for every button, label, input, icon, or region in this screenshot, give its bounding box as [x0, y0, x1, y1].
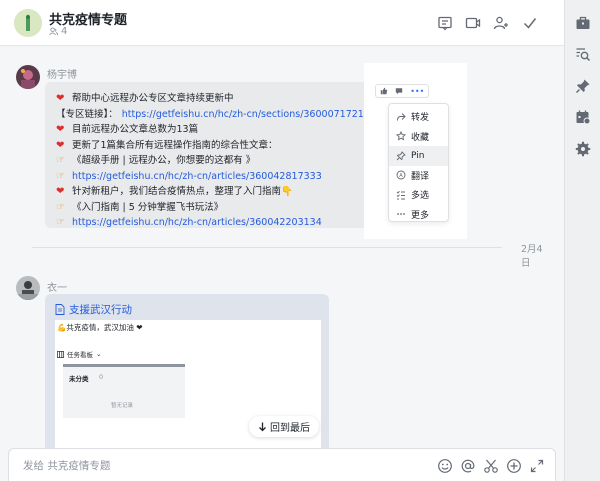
- message-composer: [8, 448, 556, 481]
- pointing-hand-icon: ☞: [56, 155, 65, 166]
- empty-state-text: 暂无记录: [111, 403, 134, 409]
- add-member-icon[interactable]: [492, 14, 510, 32]
- date-divider: 2月4日: [32, 241, 552, 269]
- doc-title[interactable]: 支援武汉行动: [55, 302, 132, 317]
- heart-icon: ❤: [56, 93, 65, 104]
- multi-select-icon: [396, 190, 405, 200]
- emoji-icon[interactable]: [437, 458, 453, 474]
- back-to-latest-button[interactable]: 回到最后: [249, 416, 319, 437]
- line-text: 针对新租户，我们结合疫情热点，整理了入门指南👇: [72, 186, 293, 197]
- article-link[interactable]: https://getfeishu.cn/hc/zh-cn/articles/3…: [72, 169, 322, 185]
- board-name: 任务看板: [67, 351, 93, 359]
- menu-label: 更多: [411, 210, 430, 221]
- more-options-icon[interactable]: •••: [410, 87, 424, 96]
- line-text: 目前远程办公文章总数为13篇: [72, 124, 199, 135]
- line-text: 《入门指南 | 5 分钟掌握飞书玩法》: [72, 201, 224, 213]
- menu-label: 翻译: [411, 171, 430, 182]
- chat-window: 共克疫情专题 4 杨宇博 ❤ 帮助中心远程办公专区文章持续更新中 【专区链接】：…: [0, 0, 600, 481]
- pointing-hand-icon: ☞: [56, 217, 65, 228]
- pin-icon[interactable]: [575, 78, 591, 94]
- chat-header: 共克疫情专题 4: [0, 0, 564, 46]
- board-column: 未分类 0 暂无记录: [63, 364, 185, 418]
- pointing-hand-icon: ☞: [56, 201, 65, 213]
- pin-icon: [396, 150, 406, 161]
- menu-label: 收藏: [411, 132, 430, 143]
- menu-label: 多选: [411, 191, 430, 202]
- mention-icon[interactable]: [460, 458, 476, 474]
- translate-icon: A: [396, 170, 406, 180]
- expand-icon[interactable]: [529, 458, 545, 474]
- right-sidebar: [564, 0, 600, 481]
- search-history-icon[interactable]: [575, 46, 591, 62]
- menu-item-translate[interactable]: A 翻译: [389, 166, 448, 186]
- line-text: 帮助中心远程办公专区文章持续更新中: [72, 93, 234, 104]
- video-call-icon[interactable]: [464, 14, 482, 32]
- sender-name: 杨宇博: [47, 70, 77, 81]
- article-link[interactable]: https://getfeishu.cn/hc/zh-cn/articles/3…: [72, 215, 322, 231]
- message-input[interactable]: [23, 458, 403, 474]
- briefcase-icon[interactable]: [575, 15, 591, 31]
- line-text: 《超级手册 | 远程办公，你想要的这都有 》: [72, 155, 256, 166]
- back-to-latest-label: 回到最后: [270, 423, 310, 434]
- context-menu: 转发 收藏 Pin A 翻译 多选 更多: [388, 103, 449, 222]
- svg-text:A: A: [399, 173, 403, 179]
- pointing-hand-icon: ☞: [56, 170, 65, 182]
- member-count[interactable]: 4: [49, 26, 67, 37]
- calendar-icon[interactable]: [575, 109, 591, 125]
- arrow-down-icon: [259, 422, 266, 431]
- message-line: ☞ 《入门指南 | 5 分钟掌握飞书玩法》: [56, 200, 376, 216]
- message-line: ☞ https://getfeishu.cn/hc/zh-cn/articles/…: [56, 169, 376, 185]
- sender-name: 衣一: [47, 283, 67, 294]
- settings-icon[interactable]: [575, 141, 591, 157]
- add-icon[interactable]: [506, 458, 522, 474]
- checkmark-icon[interactable]: [521, 14, 539, 32]
- line-text: 更新了1篇集合所有远程操作指南的综合性文章：: [72, 139, 278, 151]
- heart-icon: ❤: [56, 186, 65, 197]
- menu-item-more[interactable]: 更多: [389, 205, 448, 225]
- message-line: 【专区链接】： https://getfeishu.cn/hc/zh-cn/sec…: [56, 107, 376, 123]
- message-line: ❤ 针对新租户，我们结合疫情热点，整理了入门指南👇: [56, 184, 376, 200]
- menu-item-favorite[interactable]: 收藏: [389, 127, 448, 147]
- message-line: ❤ 帮助中心远程办公专区文章持续更新中: [56, 91, 376, 107]
- group-avatar[interactable]: [14, 9, 42, 37]
- message-list[interactable]: 杨宇博 ❤ 帮助中心远程办公专区文章持续更新中 【专区链接】： https://ge…: [0, 47, 564, 448]
- menu-label: 转发: [411, 113, 430, 124]
- message-line: ❤ 目前远程办公文章总数为13篇: [56, 122, 376, 138]
- menu-item-multiselect[interactable]: 多选: [389, 185, 448, 205]
- scissors-icon[interactable]: [483, 458, 499, 474]
- star-icon: [396, 131, 406, 141]
- announcement-icon[interactable]: [436, 14, 454, 32]
- thumbs-up-icon[interactable]: [380, 87, 388, 95]
- message-toolbar: •••: [375, 84, 429, 98]
- document-icon: [55, 304, 65, 315]
- members-icon: [49, 27, 58, 36]
- board-icon: [57, 350, 64, 358]
- section-link[interactable]: https://getfeishu.cn/hc/zh-cn/sections/3…: [122, 107, 376, 123]
- forward-icon: [397, 112, 406, 121]
- heart-icon: ❤: [56, 124, 65, 135]
- more-icon: [397, 213, 405, 216]
- message-line: ☞ https://getfeishu.cn/hc/zh-cn/articles/…: [56, 215, 376, 231]
- message-content: ❤ 帮助中心远程办公专区文章持续更新中 【专区链接】： https://getfei…: [56, 91, 376, 231]
- menu-item-forward[interactable]: 转发: [389, 107, 448, 127]
- message-line: ☞ 《超级手册 | 远程办公，你想要的这都有 》: [56, 153, 376, 169]
- sender-avatar[interactable]: [16, 65, 40, 89]
- doc-title-text: 支援武汉行动: [69, 304, 132, 316]
- column-name: 未分类: [69, 375, 89, 383]
- doc-preview-text: 💪共克疫情，武汉加油 ❤: [57, 323, 143, 332]
- heart-icon: ❤: [56, 139, 65, 151]
- menu-label: Pin: [411, 150, 425, 161]
- message-line: ❤ 更新了1篇集合所有远程操作指南的综合性文章：: [56, 138, 376, 154]
- menu-item-pin[interactable]: Pin: [389, 146, 448, 166]
- sender-avatar[interactable]: [16, 276, 40, 300]
- board-label: 任务看板 ⌄: [57, 349, 101, 359]
- chevron-down-icon: ⌄: [96, 350, 102, 358]
- line-text: 【专区链接】：: [56, 108, 118, 120]
- divider-line: [32, 247, 502, 248]
- reply-icon[interactable]: [395, 87, 403, 95]
- column-count: 0: [99, 373, 104, 381]
- divider-date: 2月4日: [521, 244, 543, 269]
- member-count-label: 4: [61, 26, 68, 37]
